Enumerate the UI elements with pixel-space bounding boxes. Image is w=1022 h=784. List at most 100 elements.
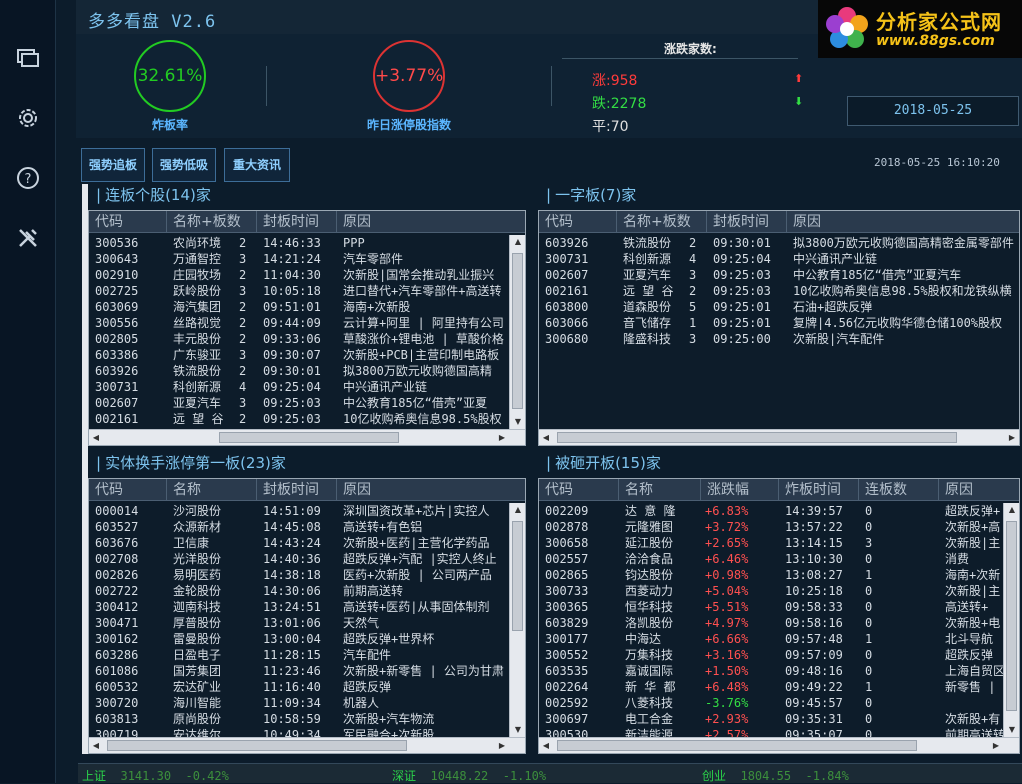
cell-change: +0.98% [705, 568, 749, 582]
col-header[interactable]: 名称 [619, 479, 701, 501]
cell-name: 万通智控 [173, 252, 222, 266]
table-row[interactable]: 603535 嘉诚国际 +1.50% 09:48:16 0 上海自贸区 [539, 663, 1003, 679]
col-header[interactable]: 名称 [167, 479, 257, 501]
cell-change: +3.16% [705, 648, 749, 662]
help-icon[interactable]: ? [14, 164, 42, 192]
table-row[interactable]: 601086 国芳集团 11:23:46 次新股+新零售 | 公司为甘肃 [89, 663, 509, 679]
tab-strong-low-buy[interactable]: 强势低吸 [152, 148, 216, 182]
col-header[interactable]: 原因 [337, 211, 525, 233]
tab-major-news[interactable]: 重大资讯 [224, 148, 290, 182]
cell-reason: 复牌|4.56亿元收购华德仓储100%股权 [793, 316, 1003, 330]
horizontal-scrollbar[interactable]: ◀ ▶ [539, 737, 1019, 753]
table-row[interactable]: 002725 跃岭股份 3 10:05:18 进口替代+汽车零部件+高送转 [89, 283, 509, 299]
date-picker[interactable]: 2018-05-25 [847, 96, 1019, 126]
table-row[interactable]: 603926 铁流股份 2 09:30:01 拟3800万欧元收购德国高精 [89, 363, 509, 379]
table-row[interactable]: 603800 道森股份 5 09:25:01 石油+超跌反弹 [539, 299, 1019, 315]
table-row[interactable]: 002557 洽洽食品 +6.46% 13:10:30 0 消费 [539, 551, 1003, 567]
table-row[interactable]: 300471 厚普股份 13:01:06 天然气 [89, 615, 509, 631]
table-row[interactable]: 603066 音飞储存 1 09:25:01 复牌|4.56亿元收购华德仓储100%股权 [539, 315, 1019, 331]
col-header[interactable]: 代码 [539, 211, 617, 233]
cell-board-count: 1 [865, 632, 873, 646]
table-row[interactable]: 300720 海川智能 11:09:34 机器人 [89, 695, 509, 711]
divider [562, 58, 798, 59]
col-header[interactable]: 封板时间 [707, 211, 787, 233]
col-header[interactable]: 炸板时间 [779, 479, 859, 501]
windows-icon[interactable] [14, 44, 42, 72]
cell-code: 002607 [545, 268, 589, 282]
tabs-bar: 强势追板 强势低吸 重大资讯 2018-05-25 16:10:20 [76, 140, 1022, 184]
table-row[interactable]: 300697 电工合金 +2.93% 09:35:31 0 次新股+有 [539, 711, 1003, 727]
table-row[interactable]: 603286 日盈电子 11:28:15 汽车配件 [89, 647, 509, 663]
table-row[interactable]: 002865 钧达股份 +0.98% 13:08:27 1 海南+次新 [539, 567, 1003, 583]
table-row[interactable]: 002708 光洋股份 14:40:36 超跌反弹+汽配 |实控人终止 [89, 551, 509, 567]
col-header[interactable]: 封板时间 [257, 479, 337, 501]
cell-code: 603527 [95, 520, 139, 534]
gear-icon[interactable] [14, 104, 42, 132]
panel-title: | 连板个股(14)家 [96, 186, 211, 204]
col-header[interactable]: 连板数 [859, 479, 939, 501]
table-row[interactable]: 002209 达 意 隆 +6.83% 14:39:57 0 超跌反弹+ [539, 503, 1003, 519]
horizontal-scrollbar[interactable]: ◀ ▶ [89, 737, 525, 753]
cell-boards: 2 [239, 364, 247, 378]
table-row[interactable]: 002910 庄园牧场 2 11:04:30 次新股|国常会推动乳业振兴 [89, 267, 509, 283]
table-row[interactable]: 002826 易明医药 14:38:18 医药+次新股 | 公司两产品 [89, 567, 509, 583]
table-row[interactable]: 300552 万集科技 +3.16% 09:57:09 0 超跌反弹 [539, 647, 1003, 663]
table-row[interactable]: 300412 迦南科技 13:24:51 高送转+医药|从事固体制剂 [89, 599, 509, 615]
table-row[interactable]: 300680 隆盛科技 3 09:25:00 次新股|汽车配件 [539, 331, 1019, 347]
table-row[interactable]: 300365 恒华科技 +5.51% 09:58:33 0 高送转+ [539, 599, 1003, 615]
table-row[interactable]: 002805 丰元股份 2 09:33:06 草酸涨价+锂电池 | 草酸价格 [89, 331, 509, 347]
table-row[interactable]: 603926 铁流股份 2 09:30:01 拟3800万欧元收购德国高精密金属零部件 [539, 235, 1019, 251]
table-row[interactable]: 002878 元隆雅图 +3.72% 13:57:22 0 次新股+高 [539, 519, 1003, 535]
table-row[interactable]: 002607 亚夏汽车 3 09:25:03 中公教育185亿“借壳”亚夏汽车 [539, 267, 1019, 283]
table-row[interactable]: 603813 原尚股份 10:58:59 次新股+汽车物流 [89, 711, 509, 727]
table-row[interactable]: 603069 海汽集团 2 09:51:01 海南+次新股 [89, 299, 509, 315]
cell-name: 宏达矿业 [173, 680, 222, 694]
vertical-scrollbar[interactable]: ▲ ▼ [509, 235, 525, 429]
table-row[interactable]: 300530 新洁能源 +2.57% 09:35:07 0 前期高送转 [539, 727, 1003, 737]
col-header[interactable]: 代码 [89, 479, 167, 501]
tools-icon[interactable] [14, 224, 42, 252]
table-row[interactable]: 002592 八菱科技 -3.76% 09:45:57 0 [539, 695, 1003, 711]
horizontal-scrollbar[interactable]: ◀ ▶ [539, 429, 1019, 445]
cell-change: -3.76% [705, 696, 749, 710]
table-row[interactable]: 300731 科创新源 4 09:25:04 中兴通讯产业链 [539, 251, 1019, 267]
table-row[interactable]: 300719 安达维尔 10:49:34 军民融合+次新股 [89, 727, 509, 737]
horizontal-scrollbar[interactable]: ◀ ▶ [89, 429, 525, 445]
cell-seal-time: 10:49:34 [263, 728, 321, 737]
col-header[interactable]: 原因 [337, 479, 525, 501]
table-row[interactable]: 000014 沙河股份 14:51:09 深圳国资改革+芯片|实控人 [89, 503, 509, 519]
table-row[interactable]: 600532 宏达矿业 11:16:40 超跌反弹 [89, 679, 509, 695]
vertical-scrollbar[interactable]: ▲ ▼ [1003, 503, 1019, 737]
table-row[interactable]: 603676 卫信康 14:43:24 次新股+医药|主营化学药品 [89, 535, 509, 551]
col-header[interactable]: 名称+板数 [617, 211, 707, 233]
col-header[interactable]: 涨跌幅 [701, 479, 779, 501]
col-header[interactable]: 原因 [939, 479, 1019, 501]
table-row[interactable]: 300162 雷曼股份 13:00:04 超跌反弹+世界杯 [89, 631, 509, 647]
tab-strong-chase[interactable]: 强势追板 [81, 148, 145, 182]
table-row[interactable]: 002161 远 望 谷 2 09:25:03 10亿收购希奥信息98.5%股权 [89, 411, 509, 427]
cell-seal-time: 09:25:03 [713, 268, 771, 282]
cell-name: 西菱动力 [625, 584, 674, 598]
table-row[interactable]: 603386 广东骏亚 3 09:30:07 次新股+PCB|主营印制电路板 [89, 347, 509, 363]
col-header[interactable]: 封板时间 [257, 211, 337, 233]
table-row[interactable]: 300643 万通智控 3 14:21:24 汽车零部件 [89, 251, 509, 267]
table-row[interactable]: 300536 农尚环境 2 14:46:33 PPP [89, 235, 509, 251]
table-row[interactable]: 300731 科创新源 4 09:25:04 中兴通讯产业链 [89, 379, 509, 395]
col-header[interactable]: 代码 [539, 479, 619, 501]
table-row[interactable]: 002722 金轮股份 14:30:06 前期高送转 [89, 583, 509, 599]
table-row[interactable]: 002161 远 望 谷 2 09:25:03 10亿收购希奥信息98.5%股权和龙铁纵… [539, 283, 1019, 299]
vertical-scrollbar[interactable]: ▲ ▼ [509, 503, 525, 737]
table-row[interactable]: 300733 西菱动力 +5.04% 10:25:18 0 次新股|主 [539, 583, 1003, 599]
table-row[interactable]: 300658 延江股份 +2.65% 13:14:15 3 次新股|主 [539, 535, 1003, 551]
col-header[interactable]: 原因 [787, 211, 1019, 233]
table-row[interactable]: 300556 丝路视觉 2 09:44:09 云计算+阿里 | 阿里持有公司 [89, 315, 509, 331]
col-header[interactable]: 代码 [89, 211, 167, 233]
table-row[interactable]: 002264 新 华 都 +6.48% 09:49:22 1 新零售 | [539, 679, 1003, 695]
col-header[interactable]: 名称+板数 [167, 211, 257, 233]
table-row[interactable]: 603829 洛凯股份 +4.97% 09:58:16 0 次新股+电 [539, 615, 1003, 631]
cell-seal-time: 14:46:33 [263, 236, 321, 250]
cell-name: 易明医药 [173, 568, 222, 582]
table-row[interactable]: 300177 中海达 +6.66% 09:57:48 1 北斗导航 [539, 631, 1003, 647]
table-row[interactable]: 002607 亚夏汽车 3 09:25:03 中公教育185亿“借壳”亚夏 [89, 395, 509, 411]
table-row[interactable]: 603527 众源新材 14:45:08 高送转+有色铝 [89, 519, 509, 535]
